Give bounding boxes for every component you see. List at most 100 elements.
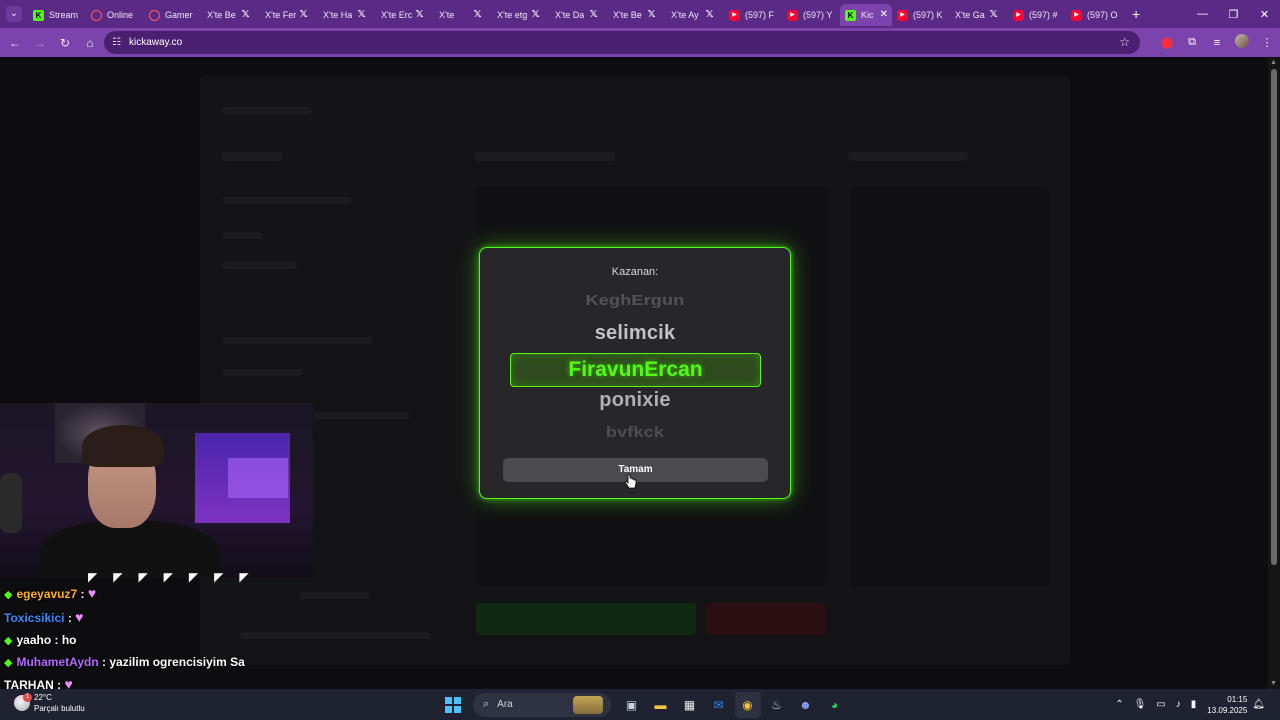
site-info-icon[interactable]: ☷ — [112, 37, 121, 48]
bookmark-star-icon[interactable]: ☆ — [1119, 35, 1130, 49]
cloud-icon: 1 — [14, 693, 32, 711]
kick-icon: K — [845, 9, 856, 21]
scrollbar-thumb[interactable] — [1271, 69, 1277, 565]
page-scrollbar[interactable]: ▲ ▼ — [1268, 57, 1280, 689]
reload-icon[interactable]: ↻ — [53, 31, 77, 55]
forward-icon[interactable]: → — [28, 31, 52, 55]
new-tab-button[interactable]: + — [1132, 6, 1140, 22]
start-button[interactable] — [440, 692, 466, 718]
tab-title: X'te Be — [207, 10, 236, 20]
chat-message: ◆ MuhametAydn : yazilim ogrencisiyim Sa — [4, 655, 245, 669]
dimmed-line — [222, 262, 297, 269]
dimmed-side-list — [850, 187, 1050, 587]
store-icon[interactable]: ▦ — [677, 692, 703, 718]
browser-tab[interactable]: 𝕏 X'te Be — [202, 4, 260, 26]
minimize-icon[interactable]: — — [1187, 0, 1218, 28]
chat-text: ho — [61, 633, 77, 647]
back-icon[interactable]: ← — [3, 31, 27, 55]
emote-icon: ♥ — [75, 609, 84, 625]
clock[interactable]: 01:15 13.09.2025 — [1207, 694, 1247, 716]
microphone-icon[interactable]: 🎙︎ — [1134, 699, 1147, 710]
browser-tab[interactable]: 𝕏 X'te Da — [550, 4, 608, 26]
weather-badge: 1 — [23, 693, 32, 702]
x-logo-icon: 𝕏 — [415, 9, 424, 20]
windows-logo-icon — [444, 696, 461, 713]
close-icon[interactable]: ✕ — [1249, 0, 1280, 28]
browser-tab[interactable]: 𝕏 X'te Ha — [318, 4, 376, 26]
file-explorer-icon[interactable]: ▬ — [648, 692, 674, 718]
puzzle-icon[interactable]: ⧉ — [1180, 36, 1204, 49]
spotify-icon[interactable]: ◕ — [822, 692, 848, 718]
dimmed-line — [222, 197, 352, 204]
site-icon — [91, 9, 102, 21]
extensions-area: ⬤ ⧉ ≡ ⋮ — [1155, 28, 1280, 57]
youtube-icon: ▶ — [897, 9, 908, 21]
browser-tab[interactable]: ▶ (597) K — [892, 4, 950, 26]
tab-title: X'te Ga — [955, 10, 985, 20]
taskbar-search[interactable]: ⌕ Ara — [473, 692, 611, 717]
browser-tab[interactable]: 𝕏 X'te Ga — [950, 4, 1008, 26]
tab-title: (597) F — [745, 10, 775, 20]
badge-icon: ◆ — [4, 657, 13, 669]
microphone — [0, 473, 22, 533]
browser-tab[interactable]: Online — [86, 4, 144, 26]
browser-tab[interactable]: 𝕏 X'te Be — [608, 4, 666, 26]
restore-icon[interactable]: ❐ — [1218, 0, 1249, 28]
dimmed-reset-button — [706, 603, 826, 635]
chat-message: Toxicsikici : ♥ — [4, 610, 91, 625]
extension-icon[interactable]: ⬤ — [1155, 36, 1179, 49]
tab-title: Gamer — [165, 10, 193, 20]
search-icon: ⌕ — [483, 698, 490, 710]
browser-tab[interactable]: ▶ (597) # — [1008, 4, 1066, 26]
chevron-up-icon[interactable]: ⌃ — [1115, 699, 1123, 710]
chat-message: ◆ egeyavuz7 : ♥ — [4, 586, 104, 601]
webcam-background — [228, 458, 288, 498]
browser-tab[interactable]: 𝕏 X'te — [434, 4, 492, 26]
address-bar[interactable]: ☷ kickaway.co ☆ — [104, 31, 1140, 54]
tab-title: X'te Fer — [265, 10, 297, 20]
speaker-icon[interactable]: ♪ — [1176, 699, 1181, 710]
discord-icon[interactable]: ☻ — [793, 692, 819, 718]
tab-title: X'te Erc — [381, 10, 413, 20]
winner-highlight: FiravunErcan — [510, 353, 761, 387]
site-icon — [149, 9, 160, 21]
browser-tab[interactable]: 𝕏 X'te Erc — [376, 4, 434, 26]
browser-tab[interactable]: 𝕏 X'te etg — [492, 4, 550, 26]
browser-toolbar: ← → ↻ ⌂ ☷ kickaway.co ☆ ⬤ ⧉ ≡ ⋮ — [0, 28, 1280, 57]
browser-tab[interactable]: ▶ (597) Y — [782, 4, 840, 26]
x-logo-icon: 𝕏 — [647, 9, 656, 20]
youtube-icon: ▶ — [787, 9, 798, 21]
browser-tab[interactable]: 𝕏 X'te Ay — [666, 4, 724, 26]
browser-tab[interactable]: 𝕏 X'te Fer — [260, 4, 318, 26]
browser-tab[interactable]: ▶ (597) F — [724, 4, 782, 26]
clock-time: 01:15 — [1227, 694, 1248, 704]
steam-icon[interactable]: ♨ — [764, 692, 790, 718]
browser-tab[interactable]: K Stream — [28, 4, 86, 26]
battery-icon[interactable]: ▮ — [1191, 699, 1197, 710]
chrome-icon[interactable]: ◉ — [734, 691, 761, 718]
browser-tab[interactable]: Gamer — [144, 4, 202, 26]
media-control-icon[interactable]: ≡ — [1205, 37, 1229, 49]
scroll-up-icon[interactable]: ▲ — [1270, 59, 1277, 66]
chat-text: yazilim ogrencisiyim Sa — [109, 655, 245, 669]
weather-widget[interactable]: 1 22°C Parçalı bulutlu — [14, 692, 85, 714]
network-icon[interactable]: ▭ — [1156, 699, 1165, 710]
tab-title: X'te Be — [613, 10, 642, 20]
tab-title: X'te etg — [497, 10, 528, 20]
home-icon[interactable]: ⌂ — [78, 31, 102, 55]
close-tab-icon[interactable]: ✕ — [880, 9, 888, 20]
windows-taskbar: 1 22°C Parçalı bulutlu ⌕ Ara ▣ ▬ ▦ ✉ ◉ ♨… — [0, 689, 1280, 720]
x-logo-icon: 𝕏 — [531, 9, 540, 20]
notification-bell-icon[interactable]: 🔔︎ — [1252, 699, 1265, 710]
browser-tab[interactable]: K Kic ✕ — [840, 4, 892, 26]
tab-search-button[interactable]: ⌄ — [0, 0, 28, 28]
profile-avatar[interactable] — [1230, 34, 1254, 51]
x-logo-icon: 𝕏 — [989, 9, 998, 20]
scroll-down-icon[interactable]: ▼ — [1270, 680, 1277, 687]
kebab-menu-icon[interactable]: ⋮ — [1255, 36, 1279, 49]
outlook-icon[interactable]: ✉ — [706, 692, 732, 718]
browser-tab[interactable]: ▶ (597) O — [1066, 4, 1124, 26]
tab-title: (597) Y — [803, 10, 833, 20]
task-view-icon[interactable]: ▣ — [619, 692, 645, 718]
x-logo-icon: 𝕏 — [589, 9, 598, 20]
